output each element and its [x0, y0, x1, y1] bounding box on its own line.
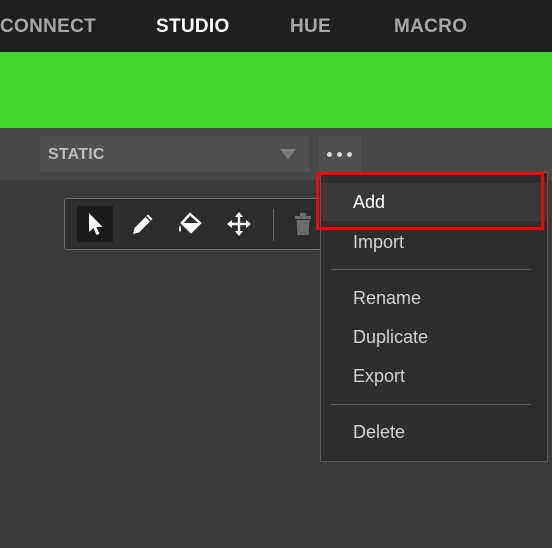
more-options-button[interactable]: [319, 136, 361, 172]
green-banner: [0, 52, 552, 128]
menu-item-export[interactable]: Export: [321, 357, 547, 395]
menu-item-duplicate[interactable]: Duplicate: [321, 318, 547, 356]
trash-icon: [295, 213, 311, 235]
menu-item-import[interactable]: Import: [321, 223, 547, 261]
pencil-tool-button[interactable]: [125, 206, 161, 242]
more-horizontal-icon: [327, 152, 332, 157]
menu-item-label: Export: [353, 366, 406, 386]
top-nav: CONNECT STUDIO HUE MACRO: [0, 0, 552, 52]
select-tool-button[interactable]: [77, 206, 113, 242]
tab-macro[interactable]: MACRO: [394, 0, 467, 52]
menu-item-label: Add: [353, 192, 386, 212]
delete-tool-button[interactable]: [285, 206, 319, 242]
tools-divider: [273, 209, 274, 241]
menu-item-add[interactable]: Add: [321, 183, 547, 221]
fill-tool-button[interactable]: [173, 206, 209, 242]
tab-connect[interactable]: CONNECT: [0, 0, 96, 52]
paint-bucket-icon: [179, 212, 202, 234]
chevron-down-icon: [280, 149, 296, 159]
menu-item-label: Import: [353, 232, 405, 252]
pencil-icon: [133, 214, 153, 234]
menu-divider: [331, 404, 531, 405]
more-horizontal-icon: [337, 152, 342, 157]
menu-item-rename[interactable]: Rename: [321, 279, 547, 317]
tab-studio[interactable]: STUDIO: [156, 0, 230, 52]
edit-tools: [64, 198, 322, 250]
menu-item-delete[interactable]: Delete: [321, 413, 547, 451]
tab-hue[interactable]: HUE: [290, 0, 331, 52]
menu-divider: [331, 269, 531, 270]
options-menu: Add Import Rename Duplicate Export Delet…: [320, 172, 548, 462]
move-tool-button[interactable]: [221, 206, 257, 242]
effect-select-value: STATIC: [48, 146, 105, 163]
more-horizontal-icon: [347, 152, 352, 157]
menu-item-label: Delete: [353, 422, 406, 442]
pointer-icon: [89, 213, 103, 235]
menu-item-label: Rename: [353, 288, 422, 308]
move-icon: [227, 212, 251, 236]
menu-item-label: Duplicate: [353, 327, 429, 347]
effect-select[interactable]: STATIC: [40, 136, 310, 172]
